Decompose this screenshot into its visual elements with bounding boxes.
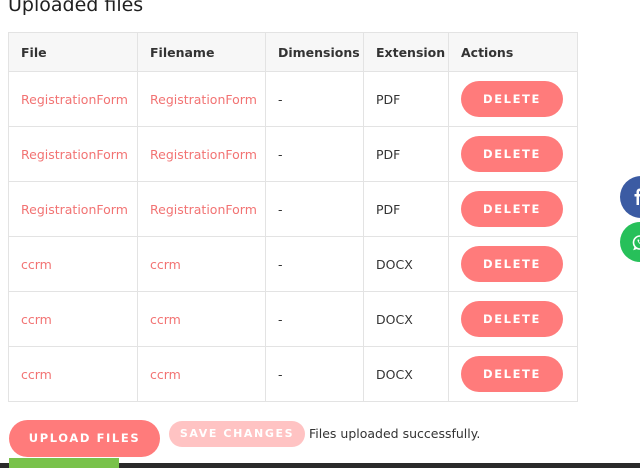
- extension-cell: DOCX: [363, 346, 449, 402]
- table-header-row: File Filename Dimensions Extension Actio…: [8, 32, 578, 72]
- actions-cell: DELETE: [448, 126, 578, 182]
- extension-cell: DOCX: [363, 291, 449, 347]
- delete-button[interactable]: DELETE: [461, 136, 563, 172]
- uploaded-files-table: File Filename Dimensions Extension Actio…: [8, 32, 578, 402]
- file-cell: RegistrationForm: [8, 181, 138, 237]
- upload-files-button[interactable]: UPLOAD FILES: [9, 420, 160, 457]
- bottom-green-button-edge: [9, 458, 119, 468]
- table-row: ccrm ccrm - DOCX DELETE: [8, 346, 578, 402]
- dimensions-cell: -: [265, 346, 364, 402]
- file-link[interactable]: RegistrationForm: [21, 92, 128, 107]
- column-header-file: File: [8, 32, 138, 72]
- delete-button[interactable]: DELETE: [461, 191, 563, 227]
- page-title: Uploaded files: [8, 0, 144, 16]
- dimensions-cell: -: [265, 71, 364, 127]
- filename-link[interactable]: RegistrationForm: [150, 147, 257, 162]
- filename-link[interactable]: ccrm: [150, 312, 181, 327]
- actions-cell: DELETE: [448, 181, 578, 237]
- filename-link[interactable]: ccrm: [150, 367, 181, 382]
- column-header-extension: Extension: [363, 32, 449, 72]
- dimensions-cell: -: [265, 181, 364, 237]
- extension-cell: PDF: [363, 71, 449, 127]
- filename-cell: RegistrationForm: [137, 181, 266, 237]
- file-cell: ccrm: [8, 236, 138, 292]
- dimensions-cell: -: [265, 126, 364, 182]
- dimensions-cell: -: [265, 236, 364, 292]
- delete-button[interactable]: DELETE: [461, 81, 563, 117]
- facebook-icon: [634, 188, 640, 205]
- filename-cell: ccrm: [137, 236, 266, 292]
- upload-status-message: Files uploaded successfully.: [309, 426, 481, 441]
- table-row: RegistrationForm RegistrationForm - PDF …: [8, 126, 578, 182]
- filename-link[interactable]: RegistrationForm: [150, 202, 257, 217]
- filename-cell: RegistrationForm: [137, 71, 266, 127]
- table-row: RegistrationForm RegistrationForm - PDF …: [8, 71, 578, 127]
- facebook-share-button[interactable]: [620, 176, 640, 218]
- file-link[interactable]: ccrm: [21, 257, 52, 272]
- file-link[interactable]: RegistrationForm: [21, 202, 128, 217]
- extension-cell: PDF: [363, 181, 449, 237]
- file-cell: RegistrationForm: [8, 126, 138, 182]
- filename-cell: RegistrationForm: [137, 126, 266, 182]
- delete-button[interactable]: DELETE: [461, 356, 563, 392]
- delete-button[interactable]: DELETE: [461, 301, 563, 337]
- filename-cell: ccrm: [137, 291, 266, 347]
- file-link[interactable]: ccrm: [21, 312, 52, 327]
- extension-cell: PDF: [363, 126, 449, 182]
- table-row: ccrm ccrm - DOCX DELETE: [8, 291, 578, 347]
- column-header-dimensions: Dimensions: [265, 32, 364, 72]
- file-cell: ccrm: [8, 346, 138, 402]
- table-row: RegistrationForm RegistrationForm - PDF …: [8, 181, 578, 237]
- delete-button[interactable]: DELETE: [461, 246, 563, 282]
- dimensions-cell: -: [265, 291, 364, 347]
- actions-cell: DELETE: [448, 346, 578, 402]
- filename-cell: ccrm: [137, 346, 266, 402]
- file-cell: ccrm: [8, 291, 138, 347]
- save-changes-button[interactable]: SAVE CHANGES: [169, 421, 305, 447]
- actions-cell: DELETE: [448, 236, 578, 292]
- table-row: ccrm ccrm - DOCX DELETE: [8, 236, 578, 292]
- file-link[interactable]: RegistrationForm: [21, 147, 128, 162]
- whatsapp-chat-button[interactable]: [620, 222, 640, 262]
- column-header-actions: Actions: [448, 32, 578, 72]
- filename-link[interactable]: RegistrationForm: [150, 92, 257, 107]
- column-header-filename: Filename: [137, 32, 266, 72]
- actions-cell: DELETE: [448, 71, 578, 127]
- whatsapp-icon: [632, 235, 640, 251]
- file-cell: RegistrationForm: [8, 71, 138, 127]
- extension-cell: DOCX: [363, 236, 449, 292]
- filename-link[interactable]: ccrm: [150, 257, 181, 272]
- file-link[interactable]: ccrm: [21, 367, 52, 382]
- actions-cell: DELETE: [448, 291, 578, 347]
